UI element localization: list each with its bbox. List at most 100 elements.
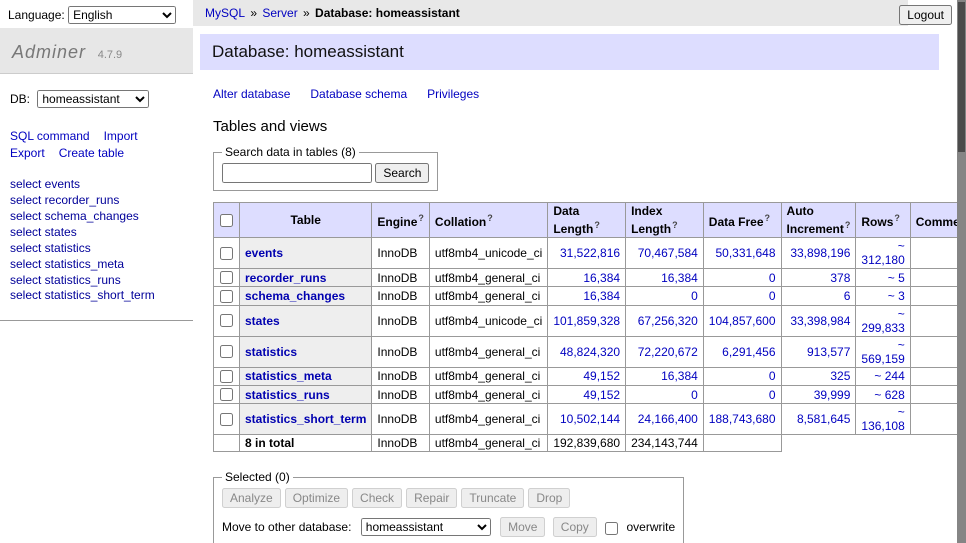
index-length-link[interactable]: 16,384 — [661, 369, 698, 383]
data-free-link[interactable]: 6,291,456 — [722, 345, 775, 359]
data-length-link[interactable]: 31,522,816 — [560, 246, 620, 260]
data-length-link[interactable]: 101,859,328 — [553, 314, 620, 328]
auto-increment-link[interactable]: 325 — [830, 369, 850, 383]
breadcrumb-link[interactable]: MySQL — [205, 6, 245, 20]
menu-link[interactable]: Import — [104, 128, 138, 145]
row-checkbox[interactable] — [220, 290, 233, 303]
search-button[interactable]: Search — [375, 163, 429, 183]
data-free-link[interactable]: 0 — [769, 388, 776, 402]
data-length-link[interactable]: 10,502,144 — [560, 412, 620, 426]
rows-link[interactable]: ~ 569,159 — [861, 338, 904, 366]
auto-increment-link[interactable]: 913,577 — [807, 345, 850, 359]
row-checkbox[interactable] — [220, 247, 233, 260]
logout-button[interactable]: Logout — [899, 5, 952, 25]
menu-link[interactable]: Export — [10, 145, 45, 162]
scrollbar[interactable] — [957, 0, 966, 543]
data-length-link[interactable]: 49,152 — [583, 388, 620, 402]
data-length-link[interactable]: 49,152 — [583, 369, 620, 383]
rows-link[interactable]: ~ 3 — [888, 289, 905, 303]
index-length-link[interactable]: 16,384 — [661, 271, 698, 285]
rows-link[interactable]: ~ 312,180 — [861, 239, 904, 267]
sidebar-table-link[interactable]: select statistics_meta — [10, 257, 183, 273]
data-length-link[interactable]: 16,384 — [583, 271, 620, 285]
bulk-check-button[interactable]: Check — [352, 488, 402, 508]
row-checkbox[interactable] — [220, 413, 233, 426]
sidebar-table-link[interactable]: select statistics — [10, 241, 183, 257]
column-help-link[interactable]: ? — [672, 220, 678, 230]
index-length-link[interactable]: 0 — [691, 289, 698, 303]
column-help-link[interactable]: ? — [594, 220, 600, 230]
column-help-link[interactable]: ? — [418, 213, 424, 223]
data-free-link[interactable]: 0 — [769, 369, 776, 383]
rows-link[interactable]: ~ 5 — [888, 271, 905, 285]
sidebar-table-link[interactable]: select schema_changes — [10, 209, 183, 225]
db-select[interactable]: homeassistant — [37, 90, 149, 108]
data-free-link[interactable]: 188,743,680 — [709, 412, 776, 426]
table-name-link[interactable]: events — [245, 246, 283, 260]
menu-link[interactable]: Create table — [59, 145, 124, 162]
sidebar-table-link[interactable]: select statistics_runs — [10, 273, 183, 289]
menu-link[interactable]: SQL command — [10, 128, 90, 145]
bulk-truncate-button[interactable]: Truncate — [461, 488, 524, 508]
db-action-link[interactable]: Database schema — [310, 87, 407, 101]
table-name-link[interactable]: statistics — [245, 345, 297, 359]
data-length-link[interactable]: 48,824,320 — [560, 345, 620, 359]
sidebar-table-link[interactable]: select recorder_runs — [10, 193, 183, 209]
index-length-link[interactable]: 70,467,584 — [638, 246, 698, 260]
auto-increment-link[interactable]: 8,581,645 — [797, 412, 850, 426]
auto-increment-link[interactable]: 39,999 — [814, 388, 851, 402]
row-checkbox[interactable] — [220, 345, 233, 358]
auto-increment-link[interactable]: 378 — [830, 271, 850, 285]
bulk-optimize-button[interactable]: Optimize — [285, 488, 348, 508]
auto-increment-link[interactable]: 6 — [844, 289, 851, 303]
column-help-link[interactable]: ? — [894, 213, 900, 223]
column-help-link[interactable]: ? — [765, 213, 771, 223]
rows-link[interactable]: ~ 136,108 — [861, 405, 904, 433]
index-length-link[interactable]: 24,166,400 — [638, 412, 698, 426]
data-free-link[interactable]: 104,857,600 — [709, 314, 776, 328]
index-length-link[interactable]: 72,220,672 — [638, 345, 698, 359]
auto-increment-link[interactable]: 33,898,196 — [790, 246, 850, 260]
data-free-link[interactable]: 50,331,648 — [715, 246, 775, 260]
copy-button[interactable]: Copy — [553, 517, 597, 537]
row-checkbox[interactable] — [220, 388, 233, 401]
db-action-link[interactable]: Alter database — [213, 87, 290, 101]
breadcrumb-link[interactable]: Server — [262, 6, 297, 20]
table-name-link[interactable]: statistics_meta — [245, 369, 332, 383]
rows-link[interactable]: ~ 628 — [874, 388, 904, 402]
column-help-link[interactable]: ? — [487, 213, 493, 223]
move-button[interactable]: Move — [500, 517, 545, 537]
auto-increment-link[interactable]: 33,398,984 — [790, 314, 850, 328]
bulk-repair-button[interactable]: Repair — [406, 488, 457, 508]
data-free-link[interactable]: 0 — [769, 271, 776, 285]
row-checkbox[interactable] — [220, 314, 233, 327]
column-help-link[interactable]: ? — [845, 220, 851, 230]
bulk-drop-button[interactable]: Drop — [528, 488, 570, 508]
table-name-link[interactable]: recorder_runs — [245, 271, 326, 285]
app-version[interactable]: 4.7.9 — [98, 49, 122, 61]
sidebar-table-link[interactable]: select statistics_short_term — [10, 288, 183, 304]
search-input[interactable] — [222, 163, 372, 183]
data-free-link[interactable]: 0 — [769, 289, 776, 303]
table-name-link[interactable]: statistics_short_term — [245, 412, 366, 426]
select-all-checkbox[interactable] — [220, 214, 233, 227]
sidebar-table-link[interactable]: select events — [10, 177, 183, 193]
index-length-link[interactable]: 0 — [691, 388, 698, 402]
table-name-link[interactable]: schema_changes — [245, 289, 345, 303]
row-checkbox[interactable] — [220, 271, 233, 284]
table-name-link[interactable]: statistics_runs — [245, 388, 330, 402]
scrollbar-thumb[interactable] — [958, 2, 965, 152]
move-db-select[interactable]: homeassistant — [361, 518, 491, 536]
rows-link[interactable]: ~ 244 — [874, 369, 904, 383]
rows-link[interactable]: ~ 299,833 — [861, 307, 904, 335]
db-action-link[interactable]: Privileges — [427, 87, 479, 101]
bulk-analyze-button[interactable]: Analyze — [222, 488, 281, 508]
language-select[interactable]: English — [68, 6, 176, 24]
sidebar-table-link[interactable]: select states — [10, 225, 183, 241]
table-name-link[interactable]: states — [245, 314, 280, 328]
overwrite-checkbox[interactable] — [605, 522, 618, 535]
data-length-link[interactable]: 16,384 — [583, 289, 620, 303]
index-length-link[interactable]: 67,256,320 — [638, 314, 698, 328]
logout-wrap: Logout — [899, 5, 952, 25]
row-checkbox[interactable] — [220, 370, 233, 383]
